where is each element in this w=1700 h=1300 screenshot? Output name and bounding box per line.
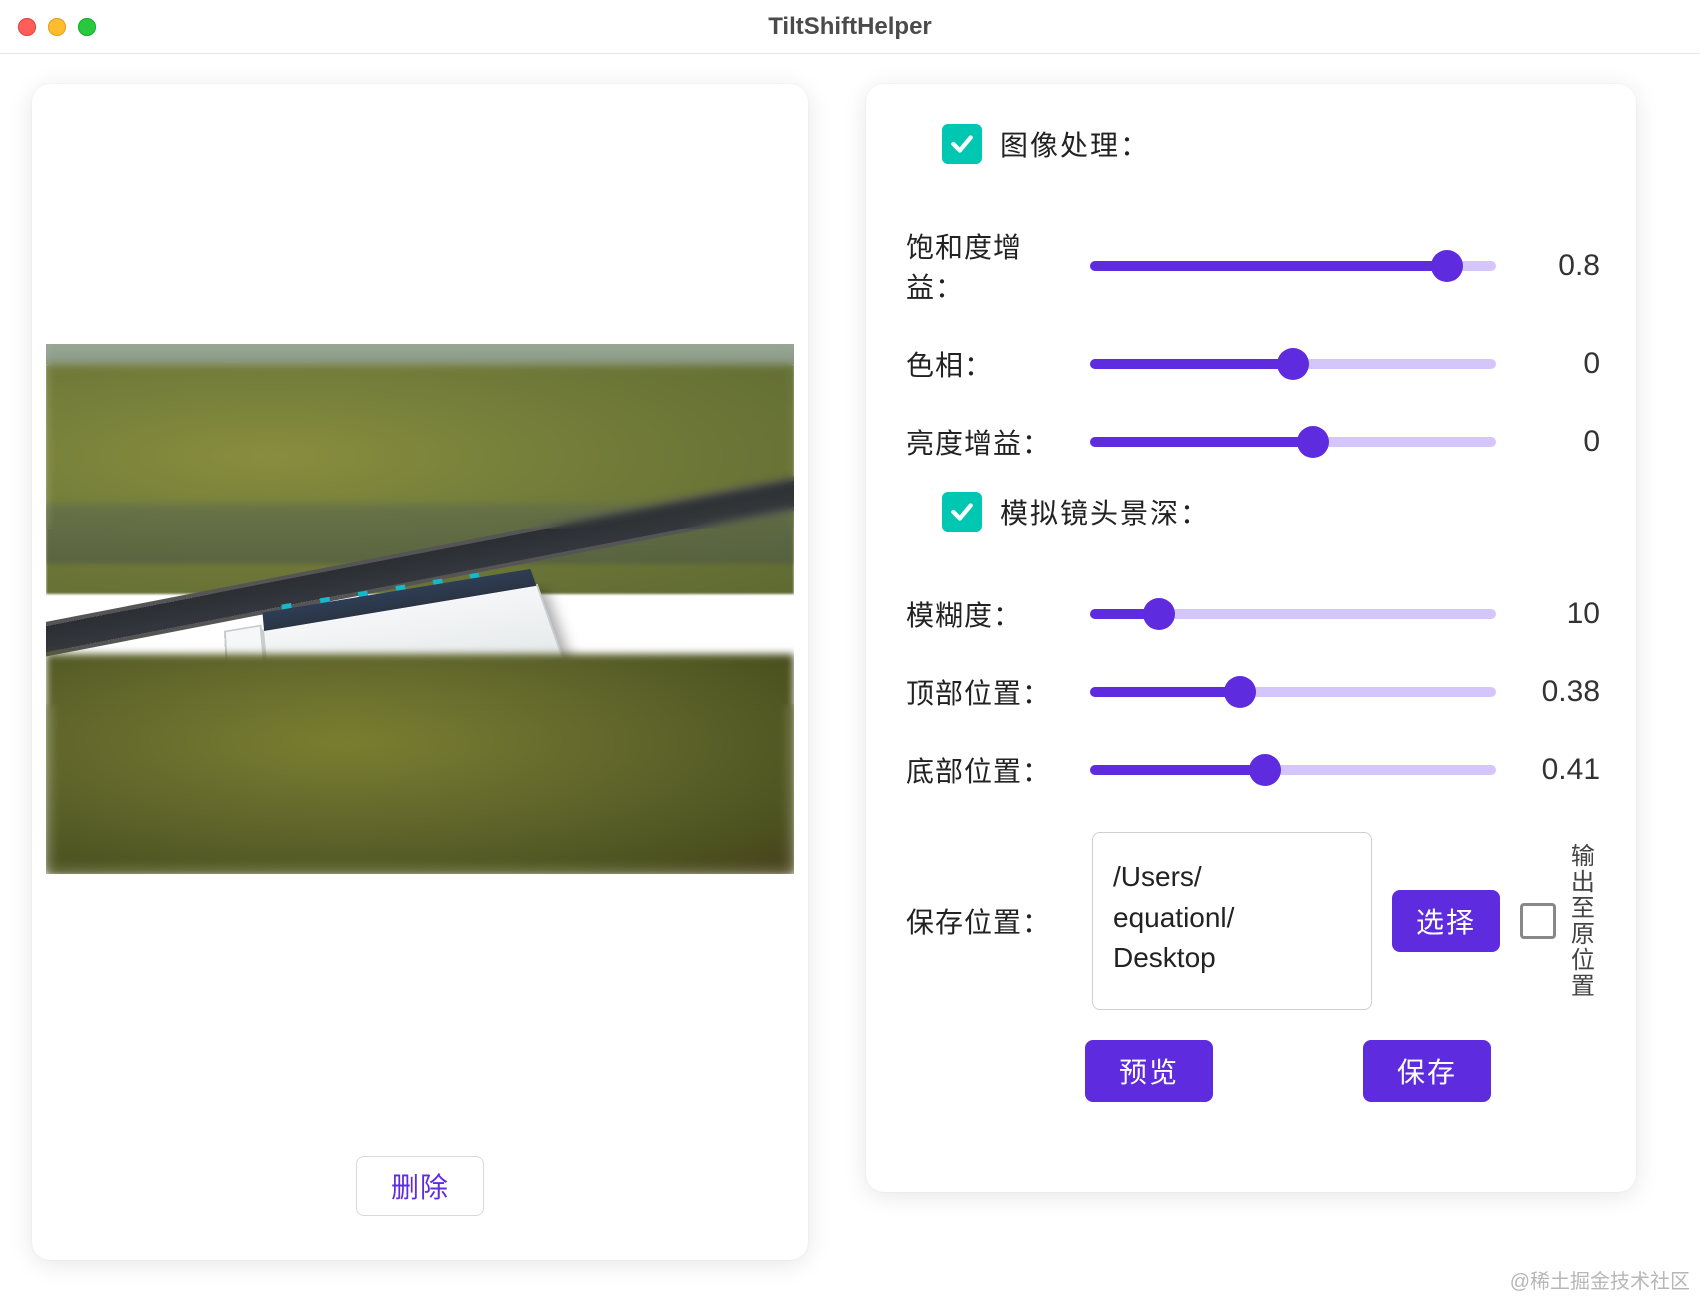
brightness-slider[interactable] (1090, 426, 1496, 458)
blur-row: 模糊度： 10 (906, 594, 1600, 634)
top-pos-row: 顶部位置： 0.38 (906, 672, 1600, 712)
hue-value: 0 (1514, 347, 1600, 381)
dof-label: 模拟镜头景深： (1000, 492, 1210, 532)
top-pos-slider[interactable] (1090, 676, 1496, 708)
preview-image (46, 344, 794, 874)
window-title: TiltShiftHelper (0, 13, 1700, 41)
choose-button[interactable]: 选择 (1392, 890, 1500, 952)
hue-slider[interactable] (1090, 348, 1496, 380)
section-image-processing: 图像处理： (942, 124, 1600, 164)
blur-value: 10 (1514, 597, 1600, 631)
top-pos-value: 0.38 (1514, 675, 1600, 709)
save-location-row: 保存位置： /Users/ equationl/ Desktop 选择 输出至原… (906, 832, 1600, 1010)
close-icon[interactable] (18, 18, 36, 36)
bottom-pos-slider[interactable] (1090, 754, 1496, 786)
blur-label: 模糊度： (906, 594, 1072, 634)
hue-row: 色相： 0 (906, 344, 1600, 384)
save-button[interactable]: 保存 (1363, 1040, 1491, 1102)
output-original-label: 输出至原位置 (1566, 843, 1592, 999)
brightness-value: 0 (1514, 425, 1600, 459)
app-window: TiltShiftHelper (0, 0, 1700, 1300)
preview-button[interactable]: 预览 (1085, 1040, 1213, 1102)
save-path-field[interactable]: /Users/ equationl/ Desktop (1092, 832, 1372, 1010)
watermark: @稀土掘金技术社区 (1510, 1265, 1690, 1294)
window-controls (18, 18, 96, 36)
top-pos-label: 顶部位置： (906, 672, 1072, 712)
titlebar: TiltShiftHelper (0, 0, 1700, 54)
section-depth-of-field: 模拟镜头景深： (942, 492, 1600, 532)
brightness-label: 亮度增益： (906, 422, 1072, 462)
controls-card: 图像处理： 饱和度增益： 0.8 色相： (866, 84, 1636, 1192)
zoom-icon[interactable] (78, 18, 96, 36)
hue-label: 色相： (906, 344, 1072, 384)
output-original-checkbox[interactable] (1520, 903, 1556, 939)
dof-checkbox[interactable] (942, 492, 982, 532)
bottom-pos-label: 底部位置： (906, 750, 1072, 790)
brightness-row: 亮度增益： 0 (906, 422, 1600, 462)
preview-card: 删除 (32, 84, 808, 1260)
saturation-row: 饱和度增益： 0.8 (906, 226, 1600, 306)
content-area: 删除 图像处理： 饱和度增益： 0.8 (0, 54, 1700, 1300)
image-processing-checkbox[interactable] (942, 124, 982, 164)
image-processing-label: 图像处理： (1000, 124, 1150, 164)
bottom-pos-row: 底部位置： 0.41 (906, 750, 1600, 790)
output-original-wrap: 输出至原位置 (1520, 843, 1592, 999)
check-icon (949, 131, 975, 157)
saturation-value: 0.8 (1514, 249, 1600, 283)
saturation-label: 饱和度增益： (906, 226, 1072, 306)
save-location-label: 保存位置： (906, 901, 1072, 941)
minimize-icon[interactable] (48, 18, 66, 36)
delete-button[interactable]: 删除 (356, 1156, 484, 1216)
bottom-pos-value: 0.41 (1514, 753, 1600, 787)
blur-slider[interactable] (1090, 598, 1496, 630)
action-row: 预览 保存 (976, 1040, 1600, 1102)
saturation-slider[interactable] (1090, 250, 1496, 282)
check-icon (949, 499, 975, 525)
